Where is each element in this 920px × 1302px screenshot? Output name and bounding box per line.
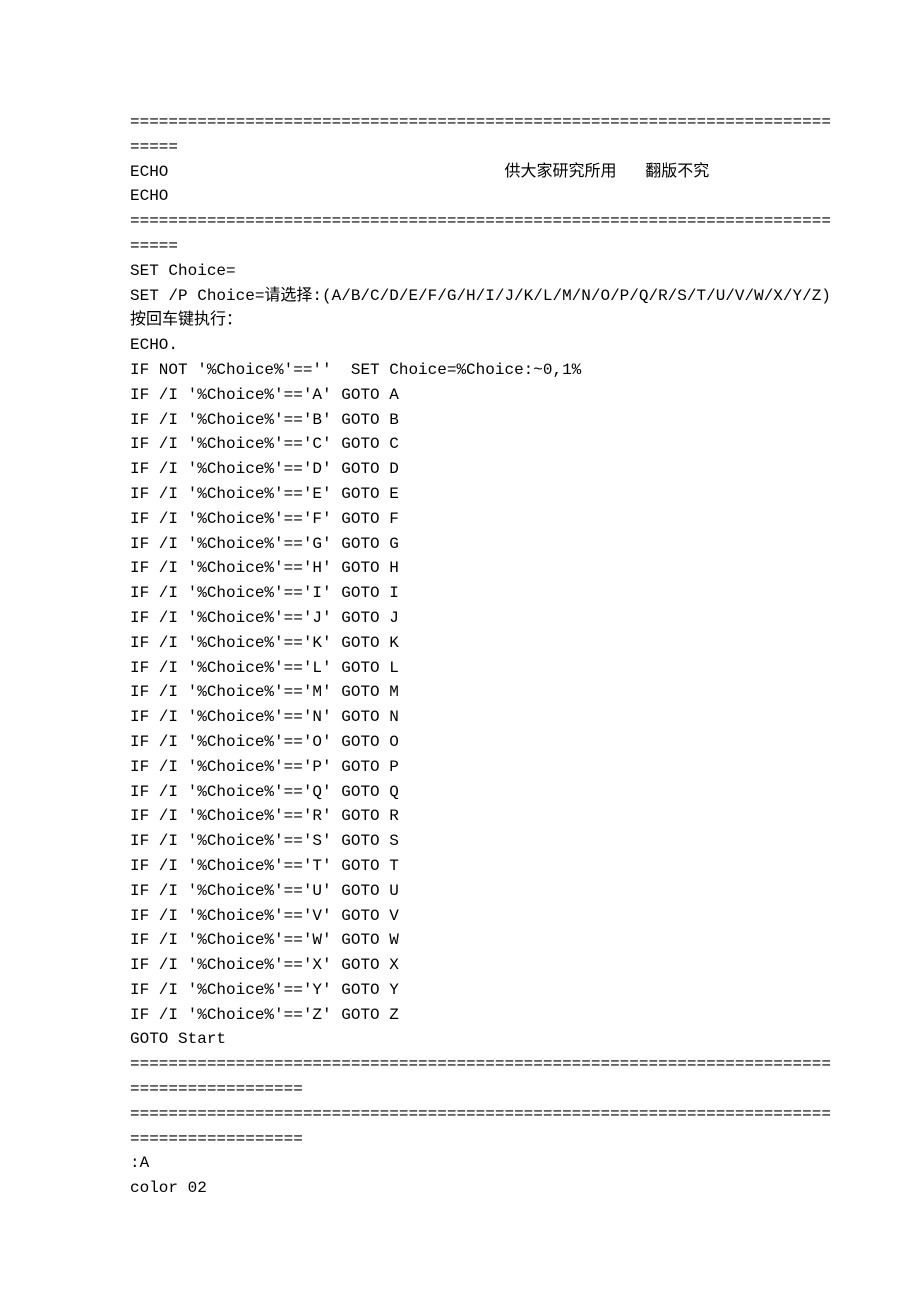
code-line: :A [130, 1151, 840, 1176]
code-line: IF /I '%Choice%'=='L' GOTO L [130, 656, 840, 681]
code-line: IF /I '%Choice%'=='P' GOTO P [130, 755, 840, 780]
code-line: IF /I '%Choice%'=='G' GOTO G [130, 532, 840, 557]
document-page: ========================================… [0, 0, 920, 1261]
code-line: IF /I '%Choice%'=='A' GOTO A [130, 383, 840, 408]
code-line: IF /I '%Choice%'=='C' GOTO C [130, 432, 840, 457]
code-line: IF /I '%Choice%'=='F' GOTO F [130, 507, 840, 532]
code-line: GOTO Start [130, 1027, 840, 1052]
code-line: ========================================… [130, 1052, 840, 1102]
code-line: IF /I '%Choice%'=='O' GOTO O [130, 730, 840, 755]
code-line: IF /I '%Choice%'=='I' GOTO I [130, 581, 840, 606]
code-line: IF /I '%Choice%'=='W' GOTO W [130, 928, 840, 953]
code-line: IF /I '%Choice%'=='Q' GOTO Q [130, 780, 840, 805]
code-line: IF /I '%Choice%'=='Y' GOTO Y [130, 978, 840, 1003]
code-line: IF NOT '%Choice%'=='' SET Choice=%Choice… [130, 358, 840, 383]
code-line: IF /I '%Choice%'=='E' GOTO E [130, 482, 840, 507]
code-line: SET /P Choice=请选择:(A/B/C/D/E/F/G/H/I/J/K… [130, 284, 840, 334]
code-line: ========================================… [130, 110, 840, 160]
code-line: ========================================… [130, 209, 840, 259]
code-line: ========================================… [130, 1102, 840, 1152]
code-line: IF /I '%Choice%'=='U' GOTO U [130, 879, 840, 904]
code-line: IF /I '%Choice%'=='M' GOTO M [130, 680, 840, 705]
code-line: IF /I '%Choice%'=='B' GOTO B [130, 408, 840, 433]
code-line: ECHO 供大家研究所用 翻版不究 [130, 160, 840, 185]
code-line: IF /I '%Choice%'=='X' GOTO X [130, 953, 840, 978]
code-line: IF /I '%Choice%'=='J' GOTO J [130, 606, 840, 631]
code-line: IF /I '%Choice%'=='R' GOTO R [130, 804, 840, 829]
code-line: IF /I '%Choice%'=='Z' GOTO Z [130, 1003, 840, 1028]
code-listing: ========================================… [130, 110, 840, 1201]
code-line: IF /I '%Choice%'=='V' GOTO V [130, 904, 840, 929]
code-line: IF /I '%Choice%'=='H' GOTO H [130, 556, 840, 581]
code-line: IF /I '%Choice%'=='K' GOTO K [130, 631, 840, 656]
code-line: color 02 [130, 1176, 840, 1201]
code-line: IF /I '%Choice%'=='N' GOTO N [130, 705, 840, 730]
code-line: IF /I '%Choice%'=='S' GOTO S [130, 829, 840, 854]
code-line: ECHO. [130, 333, 840, 358]
code-line: IF /I '%Choice%'=='D' GOTO D [130, 457, 840, 482]
code-line: IF /I '%Choice%'=='T' GOTO T [130, 854, 840, 879]
code-line: SET Choice= [130, 259, 840, 284]
code-line: ECHO [130, 184, 840, 209]
